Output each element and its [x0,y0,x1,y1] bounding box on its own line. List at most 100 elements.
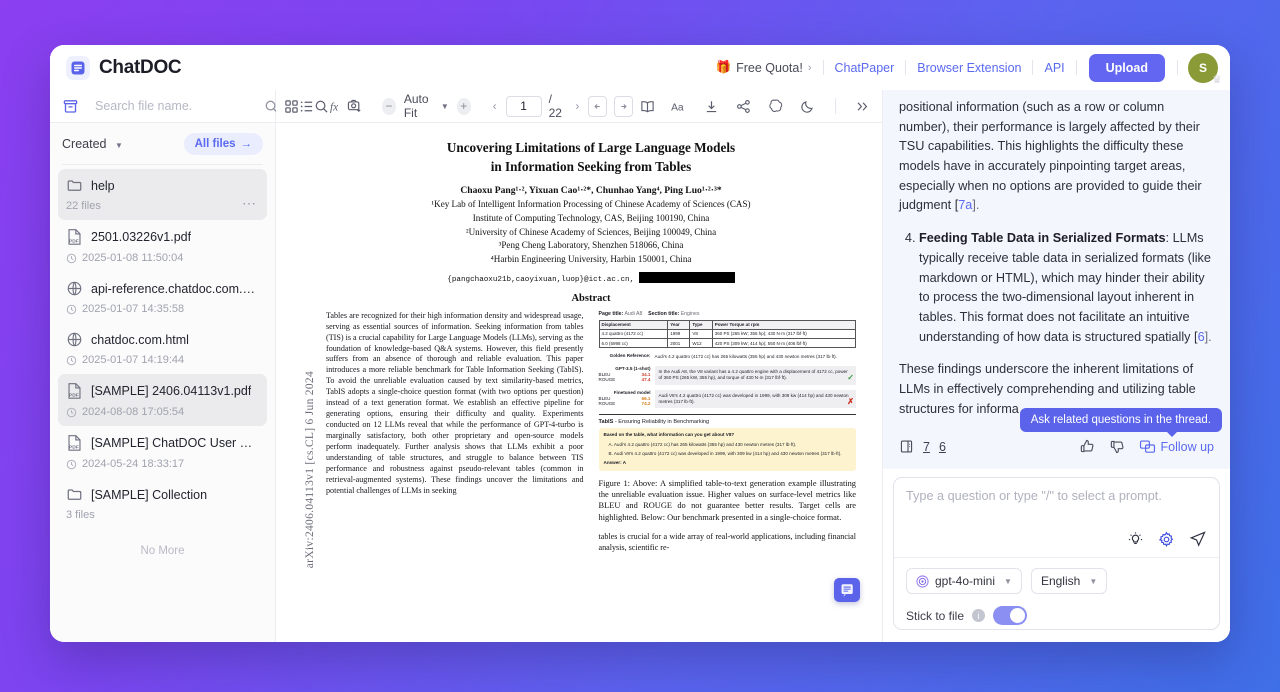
tabis-title: TabIS [598,418,614,425]
followup-button[interactable]: Follow up [1139,439,1214,455]
cell: V8 [689,328,713,340]
file-meta: 3 files [66,509,259,521]
all-files-button[interactable]: All files → [183,133,263,155]
arrow-right-box-icon[interactable] [614,95,633,117]
next-page-button[interactable]: › [573,99,581,113]
list-item[interactable]: PDF 2501.03226v1.pdf 2025-01-08 11:50:04 [58,220,267,272]
thumbs-down-icon[interactable] [1109,438,1126,455]
sort-label: Created [62,137,107,151]
rouge-value: 47.4 [641,377,651,383]
gear-icon[interactable] [1158,531,1175,548]
rouge-value: 74.2 [641,401,651,406]
lightbulb-icon[interactable] [1127,531,1144,548]
folder-icon [66,177,83,194]
chatpaper-link[interactable]: ChatPaper [824,61,906,75]
cell: 6.0 (5998 cc) [598,338,669,349]
list-item[interactable]: PDF [SAMPLE] ChatDOC User Guid… 2024-05-… [58,426,267,478]
sidebar-filter-row: Created ▼ All files → [50,123,275,161]
send-paper-plane-icon[interactable] [1189,530,1207,548]
zoom-in-button[interactable]: + [456,97,471,115]
page-navigation: ‹ / 22 › [491,92,633,120]
globe-icon [66,331,83,348]
source-ref-7[interactable]: 7 [923,440,930,454]
citation-6[interactable]: 6 [1198,330,1205,344]
language-selector[interactable]: English ▼ [1030,568,1108,594]
list-item[interactable]: [SAMPLE] Collection 3 files [58,478,267,529]
search-icon[interactable] [314,93,329,119]
list-item[interactable]: chatdoc.com.html 2025-01-07 14:19:44 [58,323,267,374]
upload-button[interactable]: Upload [1088,53,1165,82]
screenshot-capture-icon[interactable] [346,93,362,119]
browser-extension-link[interactable]: Browser Extension [906,61,1032,75]
source-reference-icon[interactable] [899,439,914,454]
outline-list-icon[interactable] [299,93,314,119]
model-selector[interactable]: gpt-4o-mini ▼ [906,568,1022,594]
openai-swirl-icon [916,574,929,588]
list-item: Feeding Table Data in Serialized Formats… [919,229,1216,347]
chevron-down-icon: ▼ [440,101,449,111]
cell: 420 PS (309 kW; 414 hp); 550 N·m (406 lb… [711,338,857,349]
divider [1075,60,1077,75]
pdf-page-area[interactable]: arXiv:2406.04113v1 [cs.CL] 6 Jun 2024 Un… [276,123,882,642]
pdf-icon: PDF [66,228,83,246]
download-icon[interactable] [697,93,727,119]
expand-chevrons-icon[interactable] [848,93,878,119]
abstract-heading: Abstract [571,292,611,304]
archive-box-icon[interactable] [62,98,79,115]
paper-authors: Chaoxu Pang¹·², Yixuan Cao¹·²*, Chunhao … [460,185,722,197]
zoom-level-dropdown[interactable]: Auto Fit ▼ [404,92,449,120]
thumbs-up-icon[interactable] [1079,438,1096,455]
title-bar: ChatDOC 🎁 Free Quota! › ChatPaper Browse… [50,45,1230,90]
document-chat-icon[interactable] [834,578,860,602]
page-number-input[interactable] [505,95,542,117]
chat-messages[interactable]: positional information (such as a row or… [883,90,1230,469]
share-icon[interactable] [729,93,759,119]
arrow-right-icon: → [240,138,253,150]
figure-caption: Figure 1: Above: A simplified table-to-t… [598,478,857,522]
formula-fx-icon[interactable]: fx [329,93,346,119]
search-input[interactable] [95,99,256,113]
brand[interactable]: ChatDOC [66,55,182,80]
ai-swirl-icon[interactable] [761,93,791,119]
zoom-level-label: Auto Fit [403,92,429,120]
thumbnails-grid-icon[interactable] [284,93,299,119]
list-item[interactable]: help 22 files ⋯ [58,169,267,220]
column-tail-text: tables is crucial for a wide array of re… [598,531,857,552]
prev-page-button[interactable]: ‹ [491,99,499,113]
book-reading-mode-icon[interactable] [633,93,663,119]
free-quota-button[interactable]: 🎁 Free Quota! › [705,60,823,75]
sidebar-search-bar [50,90,278,123]
file-name: [SAMPLE] Collection [91,487,208,502]
zoom-out-button[interactable]: − [382,97,396,115]
file-meta: 2025-01-08 11:50:04 [66,252,259,264]
dark-mode-moon-icon[interactable] [793,93,823,119]
source-ref-6[interactable]: 6 [939,440,946,454]
stick-to-file-toggle[interactable] [993,606,1028,625]
file-list: help 22 files ⋯ PDF 2501.03226v1.pdf 202… [50,165,275,642]
clock-icon [66,304,77,315]
page-total-label: / 22 [548,92,562,120]
api-link[interactable]: API [1033,61,1075,75]
cell: 1999 [667,328,691,340]
arrow-left-box-icon[interactable] [588,95,608,117]
list-item[interactable]: PDF [SAMPLE] 2406.04113v1.pdf 2024-08-08… [58,374,267,426]
sort-dropdown[interactable]: Created ▼ [62,137,123,151]
info-icon[interactable]: i [972,609,986,622]
app-window: ChatDOC 🎁 Free Quota! › ChatPaper Browse… [50,45,1230,642]
chat-input-area[interactable]: Type a question or type "/" to select a … [894,478,1219,530]
page-title-label: Page title: [598,310,624,317]
file-options-button[interactable]: ⋯ [242,195,257,212]
zoom-controls: − Auto Fit ▼ + [382,92,471,120]
page-title-value: Audi A8 [624,310,643,317]
font-size-aa-icon[interactable]: Aa [665,93,695,119]
list-item[interactable]: api-reference.chatdoc.com.h… 2025-01-07 … [58,272,267,323]
affiliation-3: ³Peng Cheng Laboratory, Shenzhen 518066,… [498,240,684,251]
message-list: Feeding Table Data in Serialized Formats… [919,229,1216,347]
model-label-block: Finetuned model BLEU 66.1 ROUGE 74.2 [599,390,651,407]
arxiv-stamp: arXiv:2406.04113v1 [cs.CL] 6 Jun 2024 [304,371,316,569]
all-files-label: All files [194,138,236,150]
gift-icon: 🎁 [715,60,732,74]
citation-7a[interactable]: 7a [958,198,972,212]
chevron-down-icon: ▼ [114,141,123,150]
para-1-end: ]. [972,198,980,213]
